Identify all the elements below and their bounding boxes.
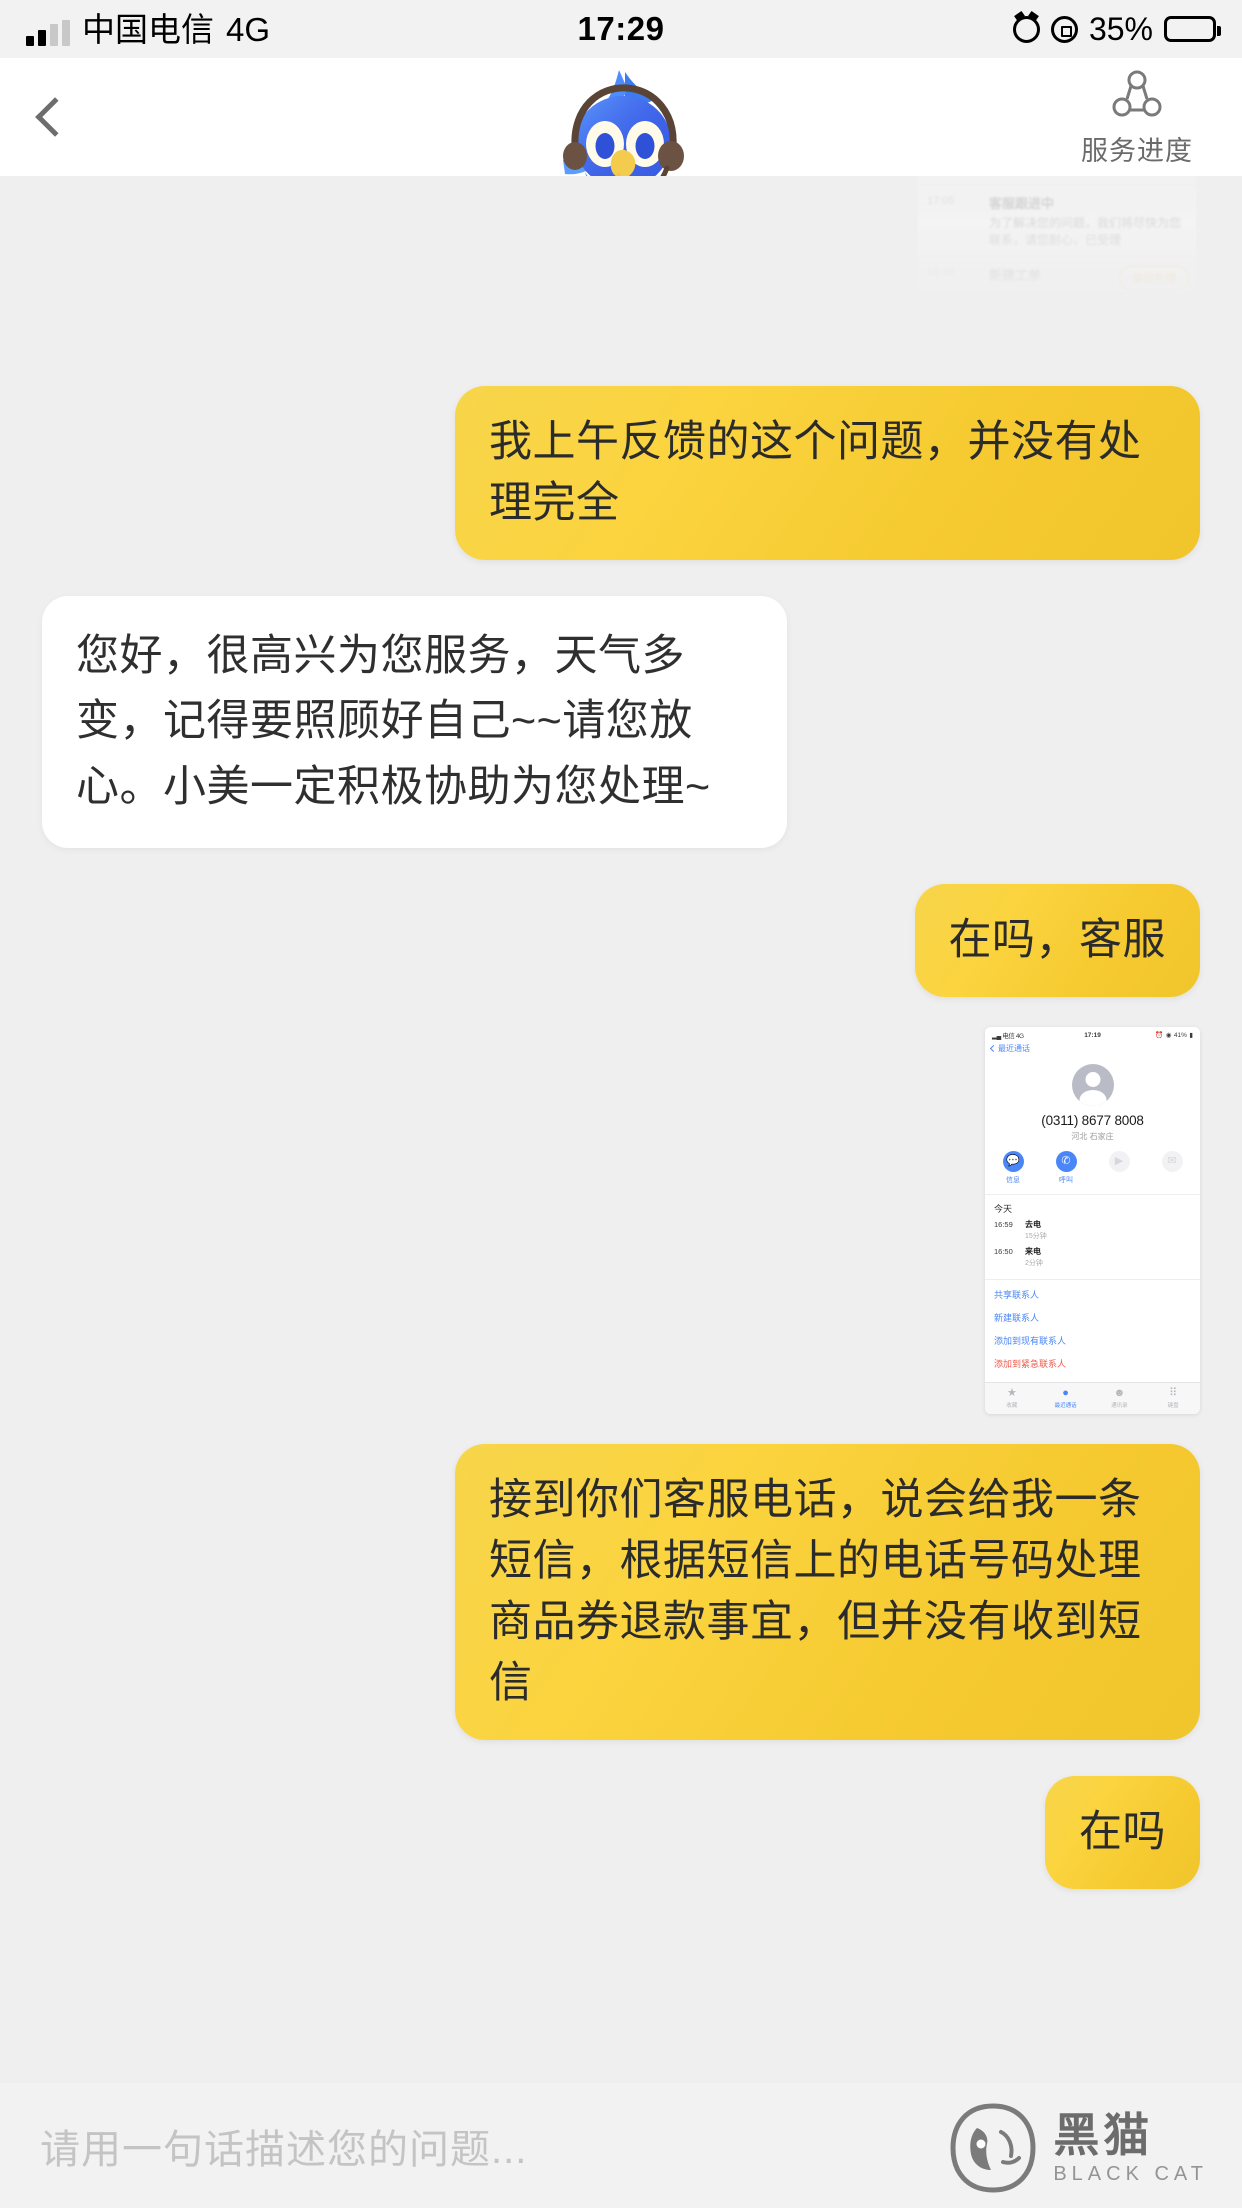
chat-message-list[interactable]: 17:10 您与我的小美，非常高兴为您支持客服，客服会尽快为您处理。 17:05… <box>0 176 1242 2083</box>
service-progress-node-icon <box>1112 70 1162 116</box>
share-contact-link[interactable]: 共享联系人 <box>994 1283 1191 1306</box>
person-icon: ☻ <box>1113 1387 1126 1400</box>
progress-row-desc: 为了解决您的问题，我们将尽快为您联系，请您耐心，已受理 <box>989 216 1182 247</box>
mail-action-button[interactable]: ✉ <box>1155 1151 1189 1185</box>
clock-icon: ● <box>1062 1387 1069 1400</box>
message-bubble-user[interactable]: 接到你们客服电话，说会给我一条短信，根据短信上的电话号码处理商品券退款事宜，但并… <box>455 1444 1200 1741</box>
tab-favorites-label: 收藏 <box>1006 1403 1018 1410</box>
message-action-button[interactable]: 💬 信息 <box>996 1151 1030 1185</box>
call-log-duration: 2分钟 <box>1025 1260 1043 1268</box>
call-log-section: 今天 16:59 去电 15分钟 16:50 来电 2分钟 <box>985 1195 1200 1281</box>
message-row-agent: 您好，很高兴为您服务，天气多变，记得要照顾好自己~~请您放心。小美一定积极协助为… <box>0 596 1242 849</box>
contact-avatar-icon <box>1071 1064 1114 1107</box>
progress-row-title: 客服跟进中 <box>989 196 1055 212</box>
status-bar: 中国电信 4G 17:29 35% <box>0 0 1242 58</box>
call-action-label: 呼叫 <box>1059 1177 1073 1185</box>
back-chevron-icon <box>35 97 75 137</box>
mail-icon: ✉ <box>1161 1151 1183 1173</box>
keypad-icon: ⠿ <box>1169 1387 1178 1400</box>
watermark-cn-label: 黑猫 <box>1053 2109 1154 2161</box>
add-to-existing-contact-link[interactable]: 添加到现有联系人 <box>994 1329 1191 1352</box>
tab-favorites[interactable]: ★ 收藏 <box>985 1387 1039 1409</box>
video-action-button[interactable]: ▶ <box>1102 1151 1136 1185</box>
call-log-time: 16:50 <box>994 1247 1013 1257</box>
phone-icon: ✆ <box>1055 1151 1077 1173</box>
screenshot-back-chevron-icon <box>989 1045 998 1053</box>
progress-row-time: 16:40 <box>927 266 955 279</box>
call-log-day-label: 今天 <box>994 1204 1013 1215</box>
video-icon: ▶ <box>1108 1151 1130 1173</box>
screenshot-back-button[interactable]: 最近通话 <box>985 1042 1200 1058</box>
progress-row-time: 17:05 <box>927 195 955 208</box>
contact-phone-number: (0311) 8677 8008 <box>1041 1113 1144 1129</box>
message-bubble-agent[interactable]: 您好，很高兴为您服务，天气多变，记得要照顾好自己~~请您放心。小美一定积极协助为… <box>42 596 787 849</box>
service-progress-button[interactable]: 服务进度 <box>1062 67 1212 168</box>
message-bubble-user[interactable]: 在吗，客服 <box>914 884 1200 998</box>
message-row-user-image: ▂▄ 电信 4G 17:19 ⏰ ◉ 41% ▮ 最近通话 (0311) 867… <box>0 1027 1242 1415</box>
urge-processing-button[interactable]: 催促处理 <box>1119 266 1189 290</box>
screenshot-back-label: 最近通话 <box>998 1044 1030 1054</box>
alarm-icon <box>1012 15 1040 43</box>
star-icon: ★ <box>1006 1387 1017 1400</box>
call-log-time: 16:59 <box>994 1220 1013 1230</box>
message-row-user: 在吗，客服 <box>0 884 1242 998</box>
battery-icon <box>1164 16 1221 42</box>
contact-links-section: 共享联系人 新建联系人 添加到现有联系人 添加到紧急联系人 <box>985 1280 1200 1382</box>
message-row-user: 我上午反馈的这个问题，并没有处理完全 <box>0 386 1242 561</box>
message-bubble-user[interactable]: 我上午反馈的这个问题，并没有处理完全 <box>455 386 1200 561</box>
message-action-label: 信息 <box>1006 1177 1020 1185</box>
black-cat-logo-icon <box>950 2103 1036 2193</box>
call-action-button[interactable]: ✆ 呼叫 <box>1049 1151 1083 1185</box>
back-button[interactable] <box>0 58 110 176</box>
call-log-kind: 去电 <box>1025 1220 1041 1230</box>
message-input-placeholder[interactable]: 请用一句话描述您的问题... <box>40 2117 527 2175</box>
message-row-user: 接到你们客服电话，说会给我一条短信，根据短信上的电话号码处理商品券退款事宜，但并… <box>0 1444 1242 1741</box>
call-log-entry[interactable]: 16:50 来电 2分钟 <box>994 1246 1191 1268</box>
call-log-entry[interactable]: 16:59 去电 15分钟 <box>994 1219 1191 1241</box>
call-detail-screenshot[interactable]: ▂▄ 电信 4G 17:19 ⏰ ◉ 41% ▮ 最近通话 (0311) 867… <box>985 1027 1200 1415</box>
black-cat-watermark: 黑猫 BLACK CAT <box>947 2102 1208 2194</box>
tab-recents-label: 最近通话 <box>1054 1403 1077 1410</box>
contact-header: (0311) 8677 8008 河北 石家庄 💬 信息 ✆ 呼叫 ▶ ✉ <box>985 1058 1200 1196</box>
message-bubble-user[interactable]: 在吗 <box>1045 1776 1200 1890</box>
watermark-en-label: BLACK CAT <box>1053 2163 1208 2185</box>
navigation-bar: 服务进度 <box>0 58 1242 219</box>
message-icon: 💬 <box>1002 1151 1024 1173</box>
message-row-user: 在吗 <box>0 1776 1242 1890</box>
screenshot-clock: 17:19 <box>1084 1031 1101 1039</box>
add-to-emergency-contact-link[interactable]: 添加到紧急联系人 <box>994 1352 1191 1375</box>
call-log-kind: 来电 <box>1025 1247 1041 1257</box>
contact-location: 河北 石家庄 <box>1071 1132 1114 1142</box>
tab-keypad[interactable]: ⠿ 键盘 <box>1146 1387 1200 1409</box>
new-contact-link[interactable]: 新建联系人 <box>994 1306 1191 1329</box>
progress-row: 17:10 您与我的小美，非常高兴为您支持客服，客服会尽快为您处理。 <box>917 176 1197 186</box>
tab-recents[interactable]: ● 最近通话 <box>1039 1387 1093 1409</box>
screenshot-tab-bar: ★ 收藏 ● 最近通话 ☻ 通讯录 ⠿ 键盘 <box>985 1382 1200 1415</box>
service-progress-label: 服务进度 <box>1081 135 1193 166</box>
tab-contacts[interactable]: ☻ 通讯录 <box>1093 1387 1147 1409</box>
call-log-duration: 15分钟 <box>1025 1233 1047 1241</box>
screenshot-status-bar: ▂▄ 电信 4G 17:19 ⏰ ◉ 41% ▮ <box>985 1027 1200 1043</box>
progress-row: 17:05 客服跟进中 为了解决您的问题，我们将尽快为您联系，请您耐心，已受理 <box>917 185 1197 257</box>
rotation-lock-icon <box>1050 15 1078 43</box>
tab-keypad-label: 键盘 <box>1167 1403 1179 1410</box>
service-progress-card-preview[interactable]: 17:10 您与我的小美，非常高兴为您支持客服，客服会尽快为您处理。 17:05… <box>917 176 1197 296</box>
contact-action-row: 💬 信息 ✆ 呼叫 ▶ ✉ <box>985 1151 1200 1185</box>
tab-contacts-label: 通讯录 <box>1111 1403 1128 1410</box>
